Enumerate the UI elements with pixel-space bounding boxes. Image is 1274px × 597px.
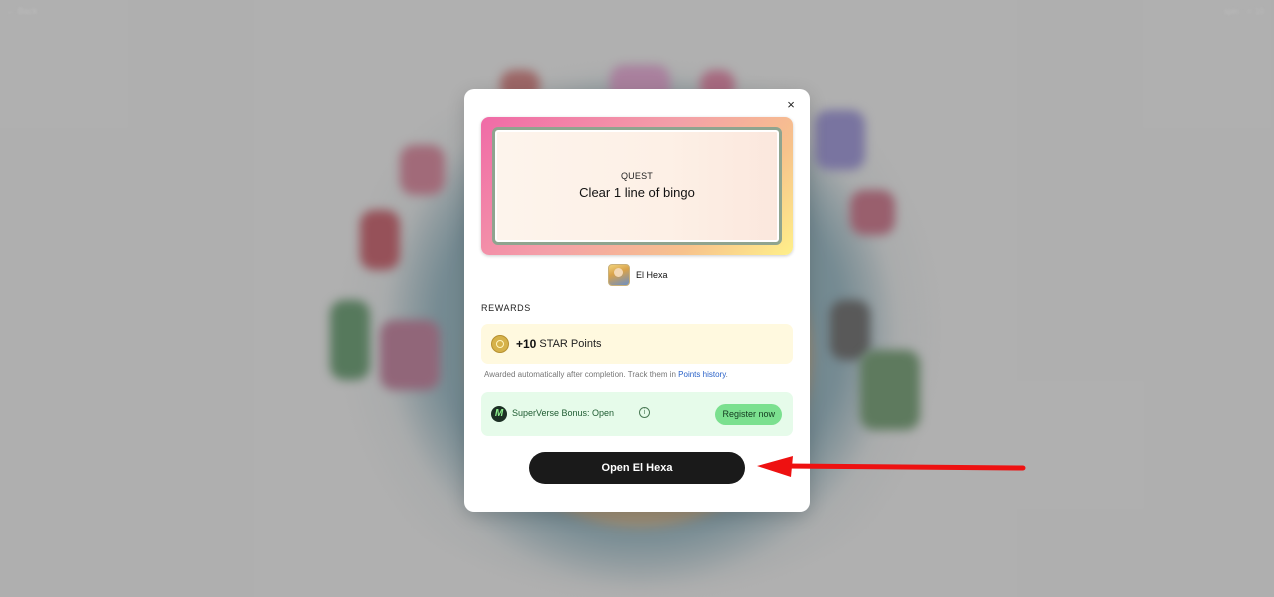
game-info[interactable]: El Hexa bbox=[608, 264, 668, 286]
quest-card: QUEST Clear 1 line of bingo bbox=[481, 117, 793, 255]
back-link[interactable]: ← Back bbox=[6, 6, 38, 16]
game-name: El Hexa bbox=[636, 270, 668, 280]
quest-card-inner: QUEST Clear 1 line of bingo bbox=[492, 127, 782, 245]
game-avatar-icon bbox=[608, 264, 630, 286]
quest-label: QUEST bbox=[620, 171, 653, 181]
quest-modal: × QUEST Clear 1 line of bingo El Hexa RE… bbox=[464, 89, 810, 512]
superverse-bonus: M SuperVerse Bonus: Open i Register now bbox=[481, 392, 793, 436]
open-game-button[interactable]: Open El Hexa bbox=[529, 452, 745, 484]
quest-title: Clear 1 line of bingo bbox=[579, 185, 695, 200]
info-icon[interactable]: i bbox=[639, 407, 650, 418]
star-points-reward: +10 STAR Points bbox=[481, 324, 793, 364]
superverse-logo-icon: M bbox=[491, 406, 507, 422]
awarded-suffix: . bbox=[725, 370, 728, 379]
awarded-text: Awarded automatically after completion. … bbox=[484, 370, 679, 379]
rewards-heading: REWARDS bbox=[481, 303, 531, 313]
header-status: spin · ☆ 10 bbox=[1223, 7, 1264, 16]
awarded-note: Awarded automatically after completion. … bbox=[484, 370, 728, 379]
points-history-link[interactable]: Points history bbox=[678, 370, 725, 379]
annotation-arrow-icon bbox=[757, 456, 1026, 477]
star-points-amount: +10 bbox=[516, 337, 537, 351]
bonus-status-text: SuperVerse Bonus: Open bbox=[512, 408, 615, 418]
register-now-button[interactable]: Register now bbox=[715, 404, 782, 425]
star-points-unit: STAR Points bbox=[539, 338, 602, 350]
close-icon[interactable]: × bbox=[784, 98, 798, 112]
star-coin-icon bbox=[491, 335, 509, 353]
